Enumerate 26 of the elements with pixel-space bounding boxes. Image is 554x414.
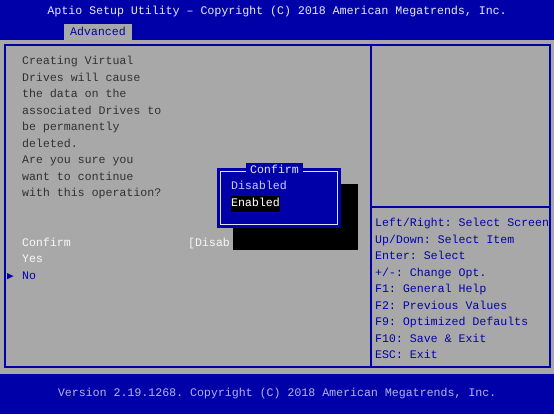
popup-option[interactable]: Enabled bbox=[231, 196, 280, 212]
help-text: F1: General Help bbox=[375, 282, 488, 298]
help-text: Left/Right: Select Screen bbox=[375, 216, 549, 232]
message-text: deleted. bbox=[22, 136, 78, 152]
help-text: F9: Optimized Defaults bbox=[375, 315, 530, 331]
option-value: [Disab bbox=[188, 236, 230, 252]
message-text: want to continue bbox=[22, 170, 134, 186]
help-text: F2: Previous Values bbox=[375, 298, 508, 314]
menu-tab[interactable]: Advanced bbox=[64, 24, 132, 40]
message-text: Are you sure you bbox=[22, 153, 134, 169]
popup-option[interactable]: Disabled bbox=[231, 179, 287, 196]
message-text: associated Drives to bbox=[22, 104, 162, 120]
window-title: Aptio Setup Utility – Copyright (C) 2018 American Megatrends, Inc. bbox=[47, 4, 507, 20]
help-text: ESC: Exit bbox=[375, 348, 439, 364]
message-text: the data on the bbox=[22, 87, 126, 103]
help-text: +/-: Change Opt. bbox=[375, 266, 488, 282]
version-text: Version 2.19.1268. Copyright (C) 2018 American Megatrends, Inc. bbox=[58, 386, 496, 402]
help-text: Enter: Select bbox=[375, 249, 466, 265]
help-text: F10: Save & Exit bbox=[375, 332, 488, 348]
message-text: be permanently bbox=[22, 120, 120, 136]
message-text: with this operation? bbox=[22, 186, 162, 202]
help-text: Up/Down: Select Item bbox=[375, 232, 516, 248]
message-text: Drives will cause bbox=[22, 70, 140, 86]
menu-item[interactable]: No bbox=[22, 268, 36, 285]
submenu-marker: ▶ bbox=[7, 270, 14, 284]
message-text: Creating Virtual bbox=[22, 54, 134, 70]
